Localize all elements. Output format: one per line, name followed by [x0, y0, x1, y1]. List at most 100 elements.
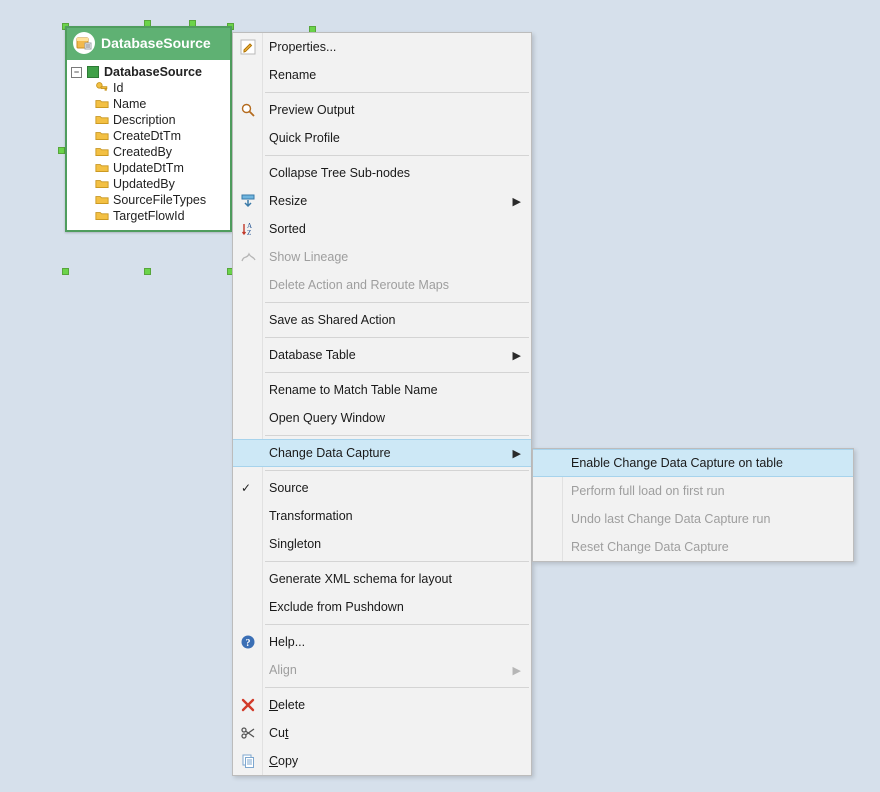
- submenu-item-reset-change-data-capture: Reset Change Data Capture: [533, 533, 853, 561]
- menu-item-save-as-shared-action[interactable]: Save as Shared Action: [233, 306, 531, 334]
- resize-icon: [239, 192, 257, 210]
- tree-root[interactable]: − DatabaseSource: [71, 64, 226, 80]
- menu-item-open-query-window[interactable]: Open Query Window: [233, 404, 531, 432]
- menu-item-label: Sorted: [269, 222, 306, 236]
- tree-field[interactable]: SourceFileTypes: [71, 192, 226, 208]
- menu-separator: [265, 687, 529, 688]
- tree-field[interactable]: UpdatedBy: [71, 176, 226, 192]
- folder-icon: [95, 145, 109, 159]
- menu-item-delete[interactable]: Delete: [233, 691, 531, 719]
- menu-item-transformation[interactable]: Transformation: [233, 502, 531, 530]
- menu-item-label: Collapse Tree Sub-nodes: [269, 166, 410, 180]
- menu-item-label: Quick Profile: [269, 131, 340, 145]
- selection-handle-sw[interactable]: [62, 268, 69, 275]
- tree-field[interactable]: Description: [71, 112, 226, 128]
- menu-item-quick-profile[interactable]: Quick Profile: [233, 124, 531, 152]
- chevron-right-icon: ▶: [513, 664, 521, 677]
- menu-item-properties[interactable]: Properties...: [233, 33, 531, 61]
- node-title-bar[interactable]: DatabaseSource: [67, 28, 230, 60]
- tree-field[interactable]: CreateDtTm: [71, 128, 226, 144]
- menu-item-label: Copy: [269, 754, 298, 768]
- database-icon: [73, 32, 95, 54]
- tree-field[interactable]: TargetFlowId: [71, 208, 226, 224]
- pencil-icon: [239, 38, 257, 56]
- tree-field[interactable]: Id: [71, 80, 226, 96]
- menu-item-generate-xml-schema-for-layout[interactable]: Generate XML schema for layout: [233, 565, 531, 593]
- folder-icon: [95, 129, 109, 143]
- copy-icon: [239, 752, 257, 770]
- tree-root-label: DatabaseSource: [104, 65, 202, 79]
- menu-item-label: Preview Output: [269, 103, 354, 117]
- menu-item-label: Generate XML schema for layout: [269, 572, 452, 586]
- menu-item-sorted[interactable]: AZ Sorted: [233, 215, 531, 243]
- folder-icon: [95, 113, 109, 127]
- menu-item-label: Delete Action and Reroute Maps: [269, 278, 449, 292]
- menu-item-singleton[interactable]: Singleton: [233, 530, 531, 558]
- folder-icon: [95, 177, 109, 191]
- tree-field[interactable]: Name: [71, 96, 226, 112]
- node-tree: − DatabaseSource IdNameDescriptionCreate…: [67, 60, 230, 230]
- menu-item-preview-output[interactable]: Preview Output: [233, 96, 531, 124]
- menu-item-label: Align: [269, 663, 297, 677]
- menu-item-rename[interactable]: Rename: [233, 61, 531, 89]
- menu-item-label: Delete: [269, 698, 305, 712]
- tree-field-label: CreatedBy: [113, 145, 172, 159]
- chevron-right-icon: ▶: [513, 195, 521, 208]
- menu-item-collapse-tree-sub-nodes[interactable]: Collapse Tree Sub-nodes: [233, 159, 531, 187]
- submenu-item-label: Enable Change Data Capture on table: [571, 456, 783, 470]
- tree-field[interactable]: CreatedBy: [71, 144, 226, 160]
- menu-item-database-table[interactable]: Database Table▶: [233, 341, 531, 369]
- menu-item-label: Source: [269, 481, 309, 495]
- folder-icon: [95, 161, 109, 175]
- database-source-node[interactable]: DatabaseSource − DatabaseSource IdName De…: [65, 26, 232, 232]
- submenu-item-undo-last-change-data-capture-run: Undo last Change Data Capture run: [533, 505, 853, 533]
- menu-item-change-data-capture[interactable]: Change Data Capture ▶: [233, 439, 531, 467]
- table-icon: [86, 65, 100, 79]
- tree-field-label: Description: [113, 113, 176, 127]
- folder-icon: [95, 97, 109, 111]
- tree-field-label: UpdatedBy: [113, 177, 175, 191]
- menu-item-cut[interactable]: Cut: [233, 719, 531, 747]
- chevron-right-icon: ▶: [513, 447, 521, 460]
- submenu-item-perform-full-load-on-first-run: Perform full load on first run: [533, 477, 853, 505]
- context-menu[interactable]: Properties... Rename Preview Output Quick P…: [232, 32, 532, 776]
- submenu-change-data-capture[interactable]: Enable Change Data Capture on table Perfo…: [532, 448, 854, 562]
- menu-item-label: Transformation: [269, 509, 353, 523]
- menu-item-label: Open Query Window: [269, 411, 385, 425]
- menu-item-label: Help...: [269, 635, 305, 649]
- collapse-icon[interactable]: −: [71, 67, 82, 78]
- selection-handle-w[interactable]: [58, 147, 65, 154]
- tree-field[interactable]: UpdateDtTm: [71, 160, 226, 176]
- menu-item-exclude-from-pushdown[interactable]: Exclude from Pushdown: [233, 593, 531, 621]
- sort-icon: AZ: [239, 220, 257, 238]
- menu-item-show-lineage: Show Lineage: [233, 243, 531, 271]
- menu-item-resize[interactable]: Resize ▶: [233, 187, 531, 215]
- menu-item-label: Show Lineage: [269, 250, 348, 264]
- selection-handle-s[interactable]: [144, 268, 151, 275]
- menu-item-label: Resize: [269, 194, 307, 208]
- menu-item-label: Change Data Capture: [269, 446, 391, 460]
- tree-field-label: Name: [113, 97, 146, 111]
- menu-item-help[interactable]: ? Help...: [233, 628, 531, 656]
- menu-item-label: Properties...: [269, 40, 336, 54]
- menu-item-rename-to-match-table-name[interactable]: Rename to Match Table Name: [233, 376, 531, 404]
- tree-field-label: UpdateDtTm: [113, 161, 184, 175]
- menu-item-align: Align ▶: [233, 656, 531, 684]
- submenu-item-enable-change-data-capture-on-table[interactable]: Enable Change Data Capture on table: [533, 449, 853, 477]
- tree-field-label: SourceFileTypes: [113, 193, 206, 207]
- menu-item-label: Singleton: [269, 537, 321, 551]
- menu-separator: [265, 624, 529, 625]
- menu-item-source[interactable]: ✓Source: [233, 474, 531, 502]
- menu-item-copy[interactable]: Copy: [233, 747, 531, 775]
- svg-text:?: ?: [246, 638, 251, 649]
- help-icon: ?: [239, 633, 257, 651]
- menu-item-label: Cut: [269, 726, 288, 740]
- lineage-icon: [239, 248, 257, 266]
- tree-field-label: TargetFlowId: [113, 209, 185, 223]
- menu-item-delete-action-and-reroute-maps: Delete Action and Reroute Maps: [233, 271, 531, 299]
- menu-item-label: Exclude from Pushdown: [269, 600, 404, 614]
- menu-item-label: Database Table: [269, 348, 356, 362]
- menu-item-label: Rename to Match Table Name: [269, 383, 438, 397]
- menu-separator: [265, 92, 529, 93]
- menu-separator: [265, 470, 529, 471]
